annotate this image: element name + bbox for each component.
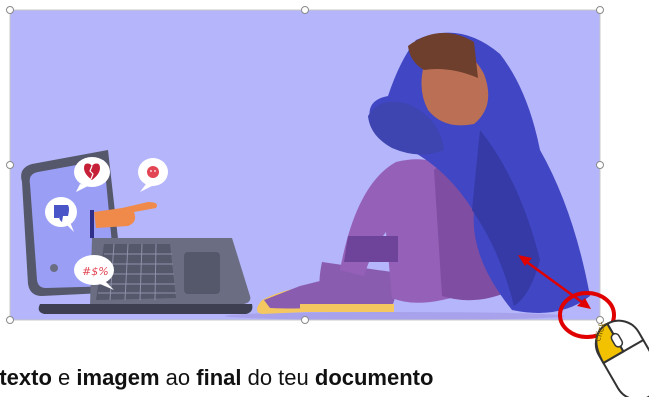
document-canvas: #$% <box>6 6 649 397</box>
selected-image[interactable]: #$% <box>10 10 600 320</box>
resize-handle-top-right[interactable] <box>596 6 604 14</box>
resize-handle-bottom[interactable] <box>301 316 309 324</box>
chat-bubble-text: #$% <box>82 265 109 278</box>
document-text-run: documento <box>314 365 434 390</box>
resize-handle-top[interactable] <box>301 6 309 14</box>
document-text-run: e <box>51 365 77 390</box>
document-text-run: do teu <box>241 365 315 390</box>
resize-handle-bottom-left[interactable] <box>6 316 14 324</box>
document-text-run: imagem <box>76 365 160 390</box>
document-text-run: final <box>196 365 242 390</box>
resize-handle-right[interactable] <box>596 161 604 169</box>
resize-handle-left[interactable] <box>6 161 14 169</box>
document-text-run: texto <box>0 365 52 390</box>
document-text-run: ao <box>159 365 197 390</box>
resize-handle-top-left[interactable] <box>6 6 14 14</box>
angry-face-icon <box>147 166 159 178</box>
document-text-line[interactable]: se texto e imagem ao final do teu docume… <box>0 363 649 393</box>
